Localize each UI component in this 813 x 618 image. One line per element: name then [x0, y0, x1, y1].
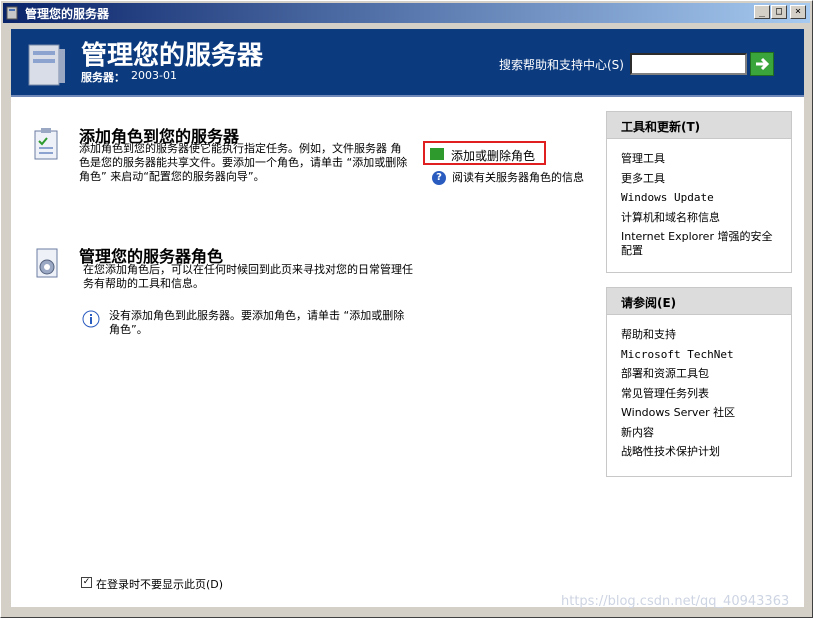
- read-about-roles-label: 阅读有关服务器角色的信息: [452, 171, 584, 184]
- help-icon: ?: [432, 171, 446, 185]
- see-also-link-common-tasks[interactable]: 常见管理任务列表: [621, 384, 777, 404]
- see-also-link-toolkit[interactable]: 部署和资源工具包: [621, 364, 777, 384]
- dont-show-checkbox[interactable]: ✓: [81, 577, 92, 588]
- gear-role-icon: [31, 245, 63, 284]
- server-label: 服务器：: [81, 71, 125, 84]
- tools-link-computer-domain[interactable]: 计算机和域名称信息: [621, 208, 777, 228]
- main-content: 添加角色到您的服务器 添加角色到您的服务器使它能执行指定任务。例如，文件服务器 …: [11, 97, 804, 607]
- info-icon: [81, 309, 101, 329]
- close-button[interactable]: ×: [790, 5, 806, 19]
- arrow-right-icon: [756, 57, 770, 71]
- see-also-panel-title: 请参阅(E): [607, 288, 791, 315]
- search-label: 搜索帮助和支持中心(S): [499, 58, 624, 72]
- add-roles-description: 添加角色到您的服务器使它能执行指定任务。例如，文件服务器 角色是您的服务器能共享…: [79, 142, 408, 183]
- maximize-button[interactable]: □: [771, 5, 787, 19]
- see-also-link-whats-new[interactable]: 新内容: [621, 423, 777, 443]
- see-also-link-technet[interactable]: Microsoft TechNet: [621, 345, 777, 365]
- server-name: 2003-01: [131, 69, 177, 82]
- tools-link-admin[interactable]: 管理工具: [621, 149, 777, 169]
- server-app-icon: [6, 6, 20, 20]
- see-also-link-community[interactable]: Windows Server 社区: [621, 403, 777, 423]
- see-also-link-help[interactable]: 帮助和支持: [621, 325, 777, 345]
- page-title: 管理您的服务器: [81, 41, 264, 71]
- watermark-text: https://blog.csdn.net/qq_40943363: [561, 594, 790, 609]
- no-roles-text: 没有添加角色到此服务器。要添加角色，请单击 “添加或删除角色”。: [109, 309, 405, 336]
- add-remove-roles-label: 添加或删除角色: [451, 149, 536, 163]
- app-window: 管理您的服务器 _ □ × 管理您的服务器 服务器： 2003-01 搜索帮助和…: [0, 0, 813, 618]
- green-arrow-icon: [430, 148, 444, 160]
- window-title: 管理您的服务器: [25, 7, 110, 21]
- header-banner: 管理您的服务器 服务器： 2003-01 搜索帮助和支持中心(S): [11, 29, 804, 97]
- tools-panel: 工具和更新(T) 管理工具 更多工具 Windows Update 计算机和域名…: [606, 111, 792, 273]
- see-also-panel: 请参阅(E) 帮助和支持 Microsoft TechNet 部署和资源工具包 …: [606, 287, 792, 477]
- see-also-link-security-plan[interactable]: 战略性技术保护计划: [621, 442, 777, 462]
- manage-roles-description: 在您添加角色后，可以在任何时候回到此页来寻找对您的日常管理任务有帮助的工具和信息…: [83, 263, 413, 290]
- minimize-button[interactable]: _: [754, 5, 770, 19]
- clipboard-role-icon: [31, 127, 63, 166]
- server-icon: [21, 41, 69, 89]
- dont-show-label: 在登录时不要显示此页(D): [96, 578, 224, 591]
- tools-link-ie-security[interactable]: Internet Explorer 增强的安全配置: [621, 230, 777, 258]
- add-remove-roles-link[interactable]: 添加或删除角色: [423, 141, 546, 165]
- search-input[interactable]: [630, 53, 747, 75]
- tools-link-more[interactable]: 更多工具: [621, 169, 777, 189]
- tools-link-windows-update[interactable]: Windows Update: [621, 188, 777, 208]
- search-go-button[interactable]: [750, 52, 774, 76]
- title-bar[interactable]: 管理您的服务器 _ □ ×: [3, 3, 810, 23]
- tools-panel-title: 工具和更新(T): [607, 112, 791, 139]
